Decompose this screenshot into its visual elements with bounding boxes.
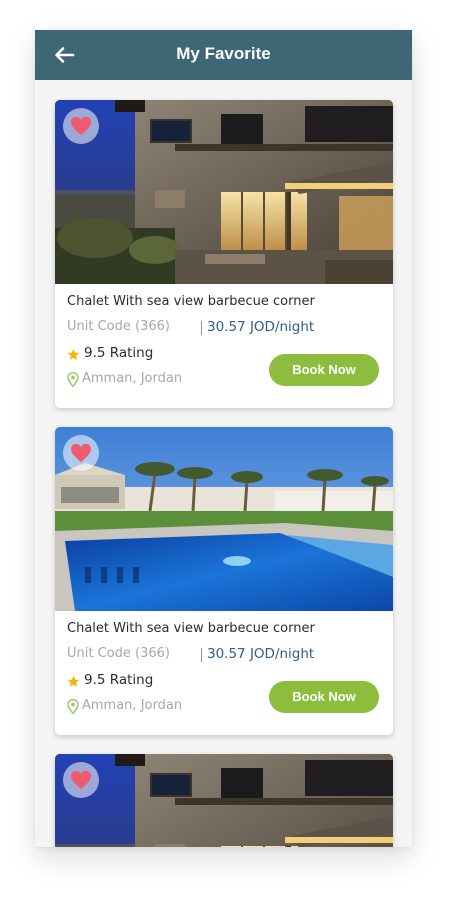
divider <box>201 321 202 335</box>
card-details: Chalet With sea view barbecue corner Uni… <box>55 611 393 735</box>
divider <box>201 648 202 662</box>
price-per-night: 30.57 JOD/night <box>207 319 315 335</box>
location-text: Amman, Jordan <box>82 698 183 713</box>
chalet-photo <box>55 100 393 284</box>
unit-code: Unit Code (366) <box>67 319 170 334</box>
page-title: My Favorite <box>176 44 271 63</box>
book-now-button[interactable]: Book Now <box>269 681 379 713</box>
unit-code: Unit Code (366) <box>67 646 170 661</box>
favorite-toggle-button[interactable] <box>63 108 99 144</box>
rating-text: 9.5 Rating <box>84 345 154 361</box>
star-icon <box>67 348 80 360</box>
card-details: Chalet With sea view barbecue corner Uni… <box>55 284 393 408</box>
chalet-photo <box>55 427 393 611</box>
chalet-photo <box>55 754 393 847</box>
phone-screen: My Favorite Chalet With sea view barbecu… <box>35 30 412 847</box>
location-pin-icon <box>67 699 79 714</box>
location-pin-icon <box>67 372 79 387</box>
favorite-card[interactable]: Chalet With sea view barbecue corner Uni… <box>55 427 393 735</box>
favorite-card[interactable] <box>55 754 393 847</box>
book-now-button[interactable]: Book Now <box>269 354 379 386</box>
price-per-night: 30.57 JOD/night <box>207 646 315 662</box>
rating-text: 9.5 Rating <box>84 672 154 688</box>
location-text: Amman, Jordan <box>82 371 183 386</box>
heart-icon <box>70 116 92 136</box>
star-icon <box>67 675 80 687</box>
favorite-card[interactable]: Chalet With sea view barbecue corner Uni… <box>55 100 393 408</box>
favorite-toggle-button[interactable] <box>63 435 99 471</box>
heart-icon <box>70 443 92 463</box>
heart-icon <box>70 770 92 790</box>
app-header: My Favorite <box>35 30 412 80</box>
favorite-toggle-button[interactable] <box>63 762 99 798</box>
listing-title: Chalet With sea view barbecue corner <box>67 294 315 309</box>
listing-title: Chalet With sea view barbecue corner <box>67 621 315 636</box>
